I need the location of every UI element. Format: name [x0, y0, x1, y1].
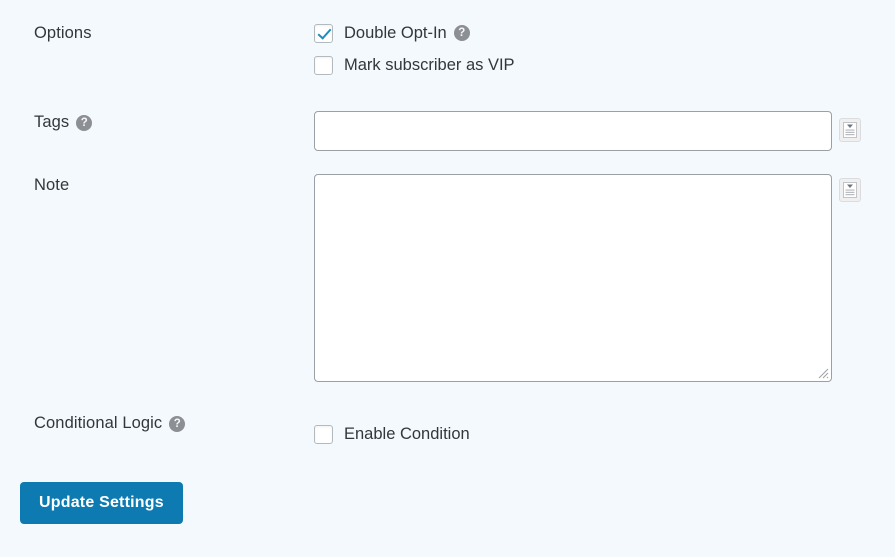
field-label-conditional-logic: Conditional Logic	[34, 414, 186, 433]
note-textarea-wrapper	[314, 174, 832, 382]
note-field-wrapper	[314, 174, 832, 382]
field-label-text: Conditional Logic	[34, 414, 163, 432]
checkbox-label-text: Mark subscriber as VIP	[344, 55, 515, 74]
tags-input[interactable]	[314, 111, 832, 151]
field-label-note: Note	[34, 176, 69, 195]
conditional-logic-checkbox-group: Enable Condition	[314, 419, 470, 449]
help-icon-double-opt-in[interactable]	[453, 25, 470, 41]
options-checkbox-group: Double Opt-In Mark subscriber as VIP	[314, 18, 515, 80]
help-icon-tags[interactable]	[76, 114, 93, 131]
checkbox-double-opt-in[interactable]	[314, 23, 333, 43]
checkbox-row-mark-vip[interactable]: Mark subscriber as VIP	[314, 50, 515, 80]
subscriber-settings-form: Options Double Opt-In Mark subscriber as…	[0, 0, 895, 557]
note-textarea[interactable]	[314, 174, 832, 382]
checkbox-row-enable-condition[interactable]: Enable Condition	[314, 419, 470, 449]
checkbox-enable-condition[interactable]	[314, 424, 333, 444]
field-label-text: Tags	[34, 113, 70, 131]
smartcode-icon	[843, 122, 857, 138]
help-icon-conditional-logic[interactable]	[169, 415, 186, 432]
checkbox-label-text: Enable Condition	[344, 424, 470, 443]
checkbox-label-text: Double Opt-In	[344, 23, 447, 42]
smartcode-icon	[843, 182, 857, 198]
field-label-options: Options	[34, 24, 92, 43]
checkbox-label-enable-condition: Enable Condition	[344, 425, 470, 444]
checkbox-label-mark-vip: Mark subscriber as VIP	[344, 56, 515, 75]
field-label-text: Note	[34, 176, 70, 194]
smartcode-button-tags[interactable]	[839, 118, 861, 142]
checkbox-row-double-opt-in[interactable]: Double Opt-In	[314, 18, 515, 48]
smartcode-button-note[interactable]	[839, 178, 861, 202]
update-settings-button[interactable]: Update Settings	[20, 482, 183, 524]
field-label-text: Options	[34, 24, 92, 42]
checkbox-mark-subscriber-as-vip[interactable]	[314, 55, 333, 75]
field-label-tags: Tags	[34, 113, 93, 132]
checkbox-label-double-opt-in: Double Opt-In	[344, 24, 470, 43]
tags-field-wrapper	[314, 111, 832, 151]
